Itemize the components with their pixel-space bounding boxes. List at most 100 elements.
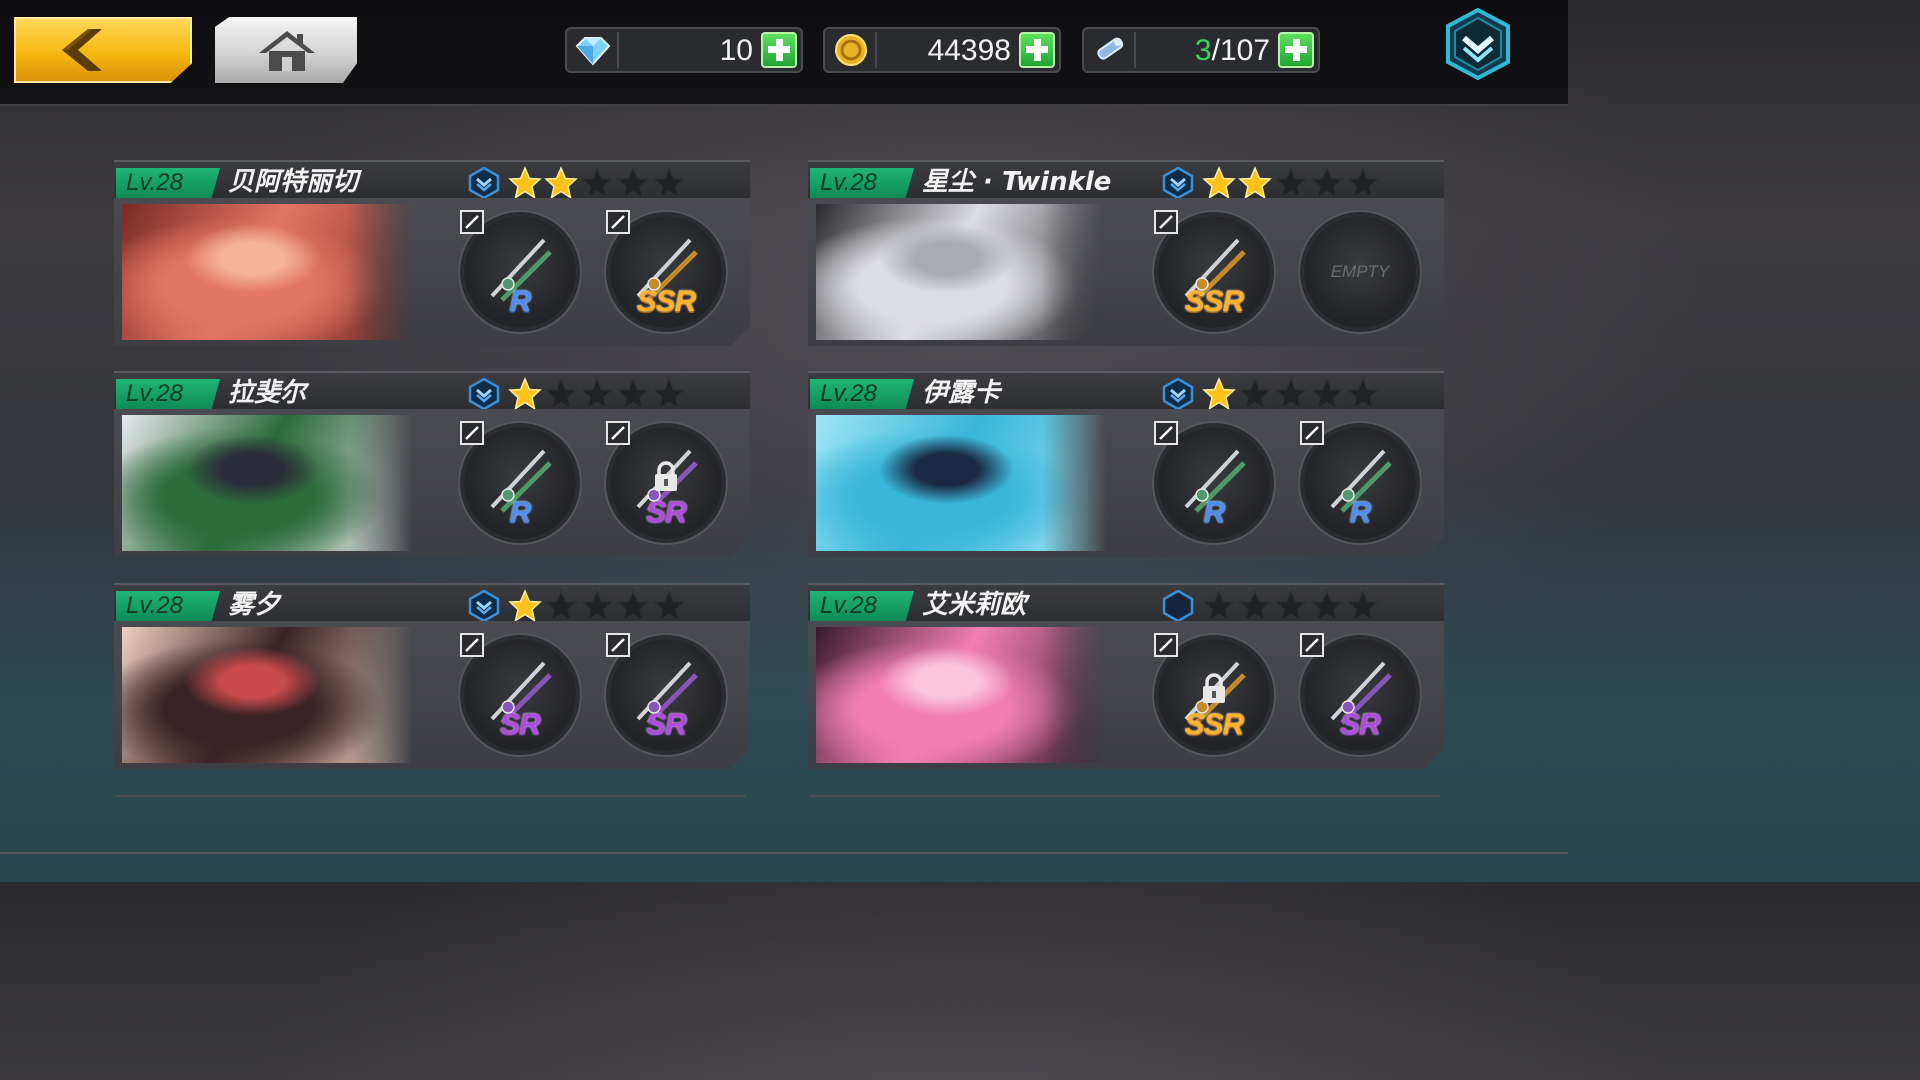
star-empty-icon xyxy=(1274,377,1308,411)
card-body: SR SR xyxy=(114,621,750,769)
rarity-label: SR xyxy=(646,496,687,529)
card-body: R SSR xyxy=(114,198,750,346)
star-empty-icon xyxy=(1346,589,1380,623)
star-rating xyxy=(1202,166,1380,200)
star-empty-icon xyxy=(1310,166,1344,200)
back-button[interactable] xyxy=(14,17,192,83)
card-body: R R xyxy=(808,409,1444,557)
rarity-label: R xyxy=(1203,496,1226,529)
star-empty-icon xyxy=(580,377,614,411)
rank-chevron-icon xyxy=(1162,167,1194,199)
rank-chevron-icon xyxy=(468,378,500,410)
equipment-slot[interactable]: R xyxy=(1300,421,1416,539)
character-name: 艾米莉欧 xyxy=(922,590,1027,620)
star-filled-icon xyxy=(544,166,578,200)
star-rating xyxy=(1202,377,1380,411)
level-badge: Lv.28 xyxy=(116,379,220,409)
level-badge: Lv.28 xyxy=(810,379,914,409)
equipment-slot[interactable]: SSR xyxy=(1154,633,1270,751)
star-rating xyxy=(508,377,686,411)
dropdown-menu-icon[interactable] xyxy=(1444,8,1512,80)
gold-coin-icon xyxy=(835,34,867,66)
add-stamina-button[interactable] xyxy=(1278,32,1314,68)
separator xyxy=(1134,32,1136,68)
rarity-label: SR xyxy=(500,708,541,741)
character-portrait[interactable] xyxy=(816,204,1106,340)
diamond-counter: 10 xyxy=(565,27,803,73)
star-empty-icon xyxy=(1274,166,1308,200)
character-name: 拉斐尔 xyxy=(228,378,307,408)
equipment-slot[interactable]: SR xyxy=(1300,633,1416,751)
rarity-label: SSR xyxy=(1184,708,1245,741)
star-empty-icon xyxy=(652,377,686,411)
star-rating xyxy=(508,166,686,200)
star-empty-icon xyxy=(1238,589,1272,623)
lock-icon xyxy=(1203,673,1225,703)
star-empty-icon xyxy=(544,377,578,411)
lock-icon xyxy=(655,461,677,491)
rarity-label: SSR xyxy=(636,285,697,318)
star-empty-icon xyxy=(1238,377,1272,411)
character-card[interactable]: Lv.28 伊露卡 R R xyxy=(808,371,1444,557)
equipment-slot[interactable]: R xyxy=(1154,421,1270,539)
bottom-border xyxy=(0,852,1568,854)
level-badge: Lv.28 xyxy=(116,168,220,198)
star-rating xyxy=(1202,589,1380,623)
rank-chevron-icon xyxy=(1162,590,1194,622)
top-bar: 10 44398 3/107 xyxy=(0,0,1568,106)
equipment-slot[interactable]: SR xyxy=(606,421,722,539)
separator xyxy=(875,32,877,68)
add-diamond-button[interactable] xyxy=(761,32,797,68)
star-empty-icon xyxy=(1274,589,1308,623)
character-portrait[interactable] xyxy=(122,204,412,340)
rank-chevron-icon xyxy=(468,590,500,622)
star-empty-icon xyxy=(616,377,650,411)
character-card[interactable]: Lv.28 雾夕 SR SR xyxy=(114,583,750,769)
card-body: SSR SR xyxy=(808,621,1444,769)
card-header: Lv.28 艾米莉欧 xyxy=(808,583,1444,623)
equipment-slot[interactable]: SSR xyxy=(1154,210,1270,328)
separator xyxy=(617,32,619,68)
character-portrait[interactable] xyxy=(816,627,1106,763)
character-card[interactable]: Lv.28 星尘 · Twinkle SSR EMPTY xyxy=(808,160,1444,346)
stamina-counter: 3/107 xyxy=(1082,27,1320,73)
character-portrait[interactable] xyxy=(122,415,412,551)
star-empty-icon xyxy=(544,589,578,623)
character-card[interactable]: Lv.28 贝阿特丽切 R SSR xyxy=(114,160,750,346)
star-filled-icon xyxy=(508,377,542,411)
stamina-max: /107 xyxy=(1211,34,1270,67)
star-filled-icon xyxy=(508,166,542,200)
equipment-slot[interactable]: R xyxy=(460,421,576,539)
star-filled-icon xyxy=(508,589,542,623)
star-empty-icon xyxy=(652,166,686,200)
home-icon xyxy=(259,31,315,71)
rank-chevron-icon xyxy=(468,167,500,199)
equipment-slot[interactable]: R xyxy=(460,210,576,328)
equipment-slot[interactable]: SSR xyxy=(606,210,722,328)
rarity-label: R xyxy=(509,496,532,529)
character-card[interactable]: Lv.28 拉斐尔 R SR xyxy=(114,371,750,557)
equipment-slot[interactable]: SR xyxy=(606,633,722,751)
diamond-icon xyxy=(575,37,611,66)
home-button[interactable] xyxy=(215,17,357,83)
star-filled-icon xyxy=(1238,166,1272,200)
back-arrow-icon xyxy=(62,29,102,71)
star-filled-icon xyxy=(1202,377,1236,411)
star-rating xyxy=(508,589,686,623)
character-card[interactable]: Lv.28 艾米莉欧 SSR SR xyxy=(808,583,1444,769)
equipment-slot-empty[interactable]: EMPTY xyxy=(1304,216,1416,328)
character-portrait[interactable] xyxy=(122,627,412,763)
character-portrait[interactable] xyxy=(816,415,1106,551)
star-empty-icon xyxy=(616,166,650,200)
level-badge: Lv.28 xyxy=(810,168,914,198)
card-body: SSR EMPTY xyxy=(808,198,1444,346)
add-gold-button[interactable] xyxy=(1019,32,1055,68)
equipment-slot[interactable]: SR xyxy=(460,633,576,751)
star-empty-icon xyxy=(1202,589,1236,623)
star-empty-icon xyxy=(580,166,614,200)
star-filled-icon xyxy=(1202,166,1236,200)
star-empty-icon xyxy=(1310,589,1344,623)
card-header: Lv.28 拉斐尔 xyxy=(114,371,750,411)
level-badge: Lv.28 xyxy=(116,591,220,621)
diamond-value: 10 xyxy=(719,34,753,67)
